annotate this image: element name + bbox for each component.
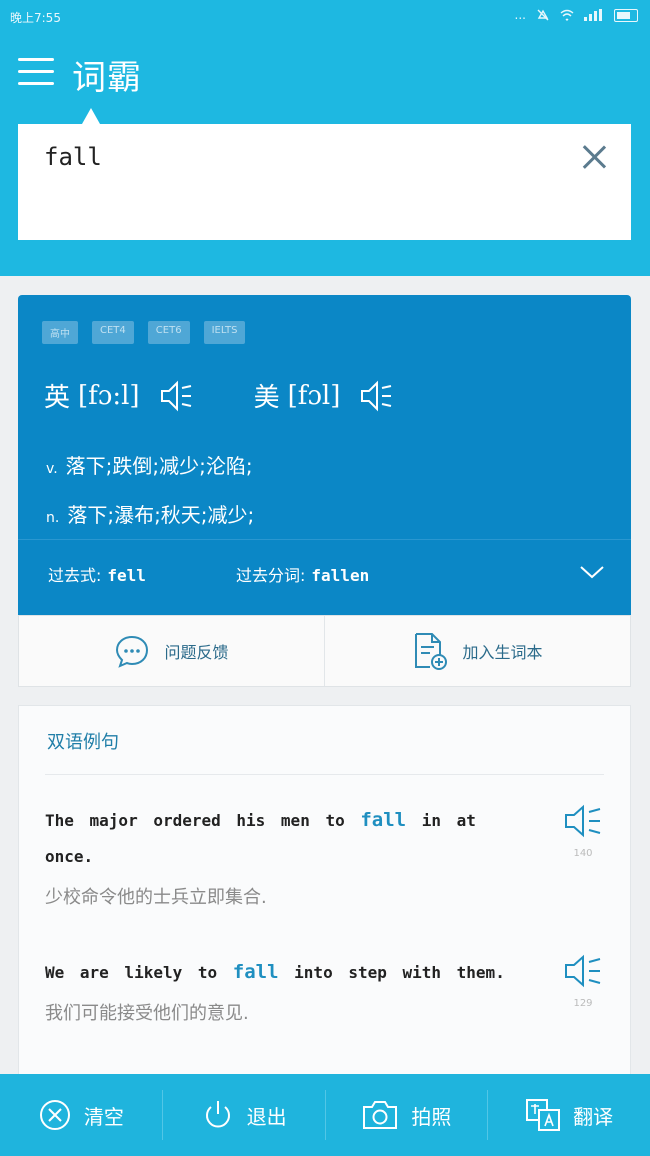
translate-icon bbox=[526, 1099, 561, 1131]
pron-uk-label: 英 bbox=[44, 383, 71, 413]
definition-card: 高中 CET4 CET6 IELTS 英 [fɔ:l] 美 [fɔl] v. 落下… bbox=[18, 295, 631, 615]
keyword-highlight: fall bbox=[360, 809, 407, 831]
sense-text: 落下;跌倒;减少;沦陷; bbox=[65, 454, 253, 478]
sense-row: v. 落下;跌倒;减少;沦陷; bbox=[46, 443, 254, 492]
wifi-icon bbox=[560, 9, 574, 21]
divider bbox=[45, 774, 604, 775]
sense-text: 落下;瀑布;秋天;减少; bbox=[67, 503, 255, 527]
status-icons: ... bbox=[515, 8, 638, 22]
clear-label: 清空 bbox=[83, 1104, 124, 1129]
exit-button[interactable]: 退出 bbox=[163, 1074, 325, 1156]
exam-tag: 高中 bbox=[42, 321, 78, 344]
photo-label: 拍照 bbox=[411, 1104, 452, 1129]
example-en: The major ordered his men to fall in at … bbox=[45, 809, 476, 866]
feedback-button[interactable]: 问题反馈 bbox=[19, 616, 324, 686]
mute-icon bbox=[537, 9, 549, 21]
example-en: We are likely to fall into step with the… bbox=[45, 961, 505, 983]
chevron-down-icon[interactable] bbox=[577, 560, 607, 584]
exam-tag: IELTS bbox=[203, 321, 246, 344]
battery-icon bbox=[614, 8, 638, 22]
camera-icon bbox=[363, 1101, 398, 1129]
form-past: 过去式: fell bbox=[48, 566, 146, 585]
bottom-toolbar: 清空 退出 拍照 翻译 bbox=[0, 1074, 650, 1156]
pron-uk: [fɔ:l] bbox=[78, 380, 140, 411]
sense-row: n. 落下;瀑布;秋天;减少; bbox=[46, 492, 254, 541]
speaker-icon bbox=[565, 954, 601, 988]
clear-circle-icon bbox=[39, 1100, 70, 1130]
signal-icon bbox=[584, 9, 602, 21]
word-forms: 过去式: fell 过去分词: fallen bbox=[18, 539, 631, 616]
keyword-highlight: fall bbox=[232, 961, 279, 983]
pron-us: [fɔl] bbox=[287, 380, 341, 411]
example-cn: 我们可能接受他们的意见. bbox=[45, 1003, 249, 1024]
exam-tag: CET6 bbox=[147, 321, 190, 344]
sense-pos: v. bbox=[46, 461, 58, 477]
play-count: 129 bbox=[573, 998, 593, 1009]
example-cn: 少校命令他的士兵立即集合. bbox=[45, 887, 267, 908]
status-time: 晚上7:55 bbox=[10, 11, 61, 25]
app-header: 词霸 bbox=[0, 34, 650, 276]
example-item: The major ordered his men to fall in at … bbox=[45, 802, 515, 909]
power-icon bbox=[205, 1101, 230, 1128]
exit-label: 退出 bbox=[246, 1104, 287, 1129]
menu-icon[interactable] bbox=[18, 58, 54, 88]
sense-pos: n. bbox=[46, 510, 60, 526]
status-bar: 晚上7:55 ... bbox=[0, 0, 650, 34]
examples-title: 双语例句 bbox=[47, 732, 119, 753]
action-bar: 问题反馈 加入生词本 bbox=[18, 615, 631, 687]
play-count: 140 bbox=[573, 848, 593, 859]
example-speaker[interactable]: 140 bbox=[562, 802, 604, 859]
translate-button[interactable]: 翻译 bbox=[488, 1074, 650, 1156]
speaker-icon bbox=[565, 804, 601, 838]
add-wordbook-label: 加入生词本 bbox=[462, 643, 543, 662]
form-past-participle: 过去分词: fallen bbox=[236, 566, 370, 585]
chat-bubble-icon bbox=[116, 635, 149, 668]
pronunciation-row: 英 [fɔ:l] 美 [fɔl] bbox=[44, 377, 394, 414]
feedback-label: 问题反馈 bbox=[164, 643, 229, 662]
exam-tag: CET4 bbox=[92, 321, 134, 344]
speaker-uk-icon[interactable] bbox=[158, 378, 194, 414]
example-speaker[interactable]: 129 bbox=[562, 952, 604, 1009]
definitions: v. 落下;跌倒;减少;沦陷; n. 落下;瀑布;秋天;减少; bbox=[46, 443, 254, 541]
add-wordbook-button[interactable]: 加入生词本 bbox=[324, 616, 630, 686]
notification-dots: ... bbox=[514, 8, 526, 22]
search-input[interactable] bbox=[42, 136, 566, 178]
speaker-us-icon[interactable] bbox=[358, 378, 394, 414]
clear-button[interactable]: 清空 bbox=[0, 1074, 162, 1156]
pron-us-label: 美 bbox=[253, 383, 280, 413]
example-item: We are likely to fall into step with the… bbox=[45, 954, 515, 1025]
search-box bbox=[18, 108, 631, 240]
photo-button[interactable]: 拍照 bbox=[326, 1074, 488, 1156]
clear-search-icon[interactable] bbox=[579, 142, 609, 172]
exam-tags: 高中 CET4 CET6 IELTS bbox=[42, 321, 246, 344]
add-document-icon bbox=[415, 633, 448, 670]
examples-card: 双语例句 The major ordered his men to fall i… bbox=[18, 705, 631, 1075]
app-title: 词霸 bbox=[72, 58, 142, 98]
translate-label: 翻译 bbox=[573, 1104, 614, 1129]
